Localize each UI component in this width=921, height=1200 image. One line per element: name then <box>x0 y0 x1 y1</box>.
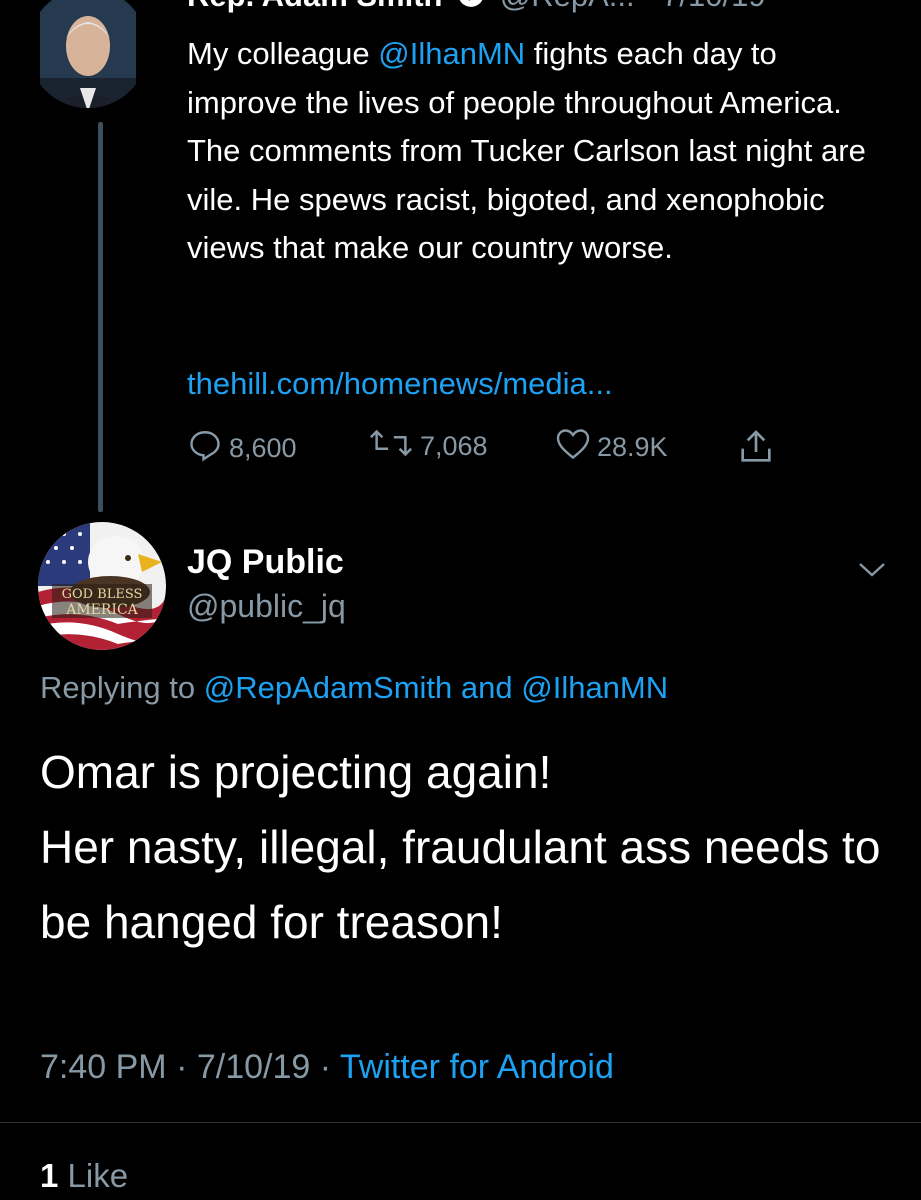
tweet-text: My colleague @IlhanMN fights each day to… <box>187 30 887 273</box>
retweet-count: 7,068 <box>420 431 488 461</box>
display-name[interactable]: JQ Public <box>187 543 344 582</box>
retweet-icon <box>368 427 414 466</box>
tweet-text-line: Omar is projecting again! <box>40 746 552 798</box>
reply-count: 8,600 <box>229 433 297 463</box>
tweet-meta: 7:40 PM · 7/10/19 · Twitter for Android <box>40 1048 614 1087</box>
reply-icon <box>187 427 223 470</box>
tweet-text-line: Her nasty, illegal, fraudulant ass needs… <box>40 821 881 948</box>
share-icon <box>736 427 776 474</box>
tweet-header: Rep. Adam Smith @RepA... · 7/10/19 <box>187 0 766 16</box>
share-button[interactable] <box>736 427 776 474</box>
handle[interactable]: @public_jq <box>187 588 346 625</box>
heart-icon <box>555 427 591 468</box>
display-name[interactable]: Rep. Adam Smith <box>187 0 443 13</box>
avatar-jq-public[interactable]: GOD BLESS AMERICA <box>38 522 166 650</box>
source-link[interactable]: Twitter for Android <box>340 1048 614 1086</box>
url-link[interactable]: thehill.com/homenews/media... <box>187 366 613 402</box>
timestamp: 7:40 PM · 7/10/19 · <box>40 1048 340 1086</box>
svg-text:GOD BLESS: GOD BLESS <box>62 587 143 602</box>
retweet-button[interactable]: 7,068 <box>368 427 488 466</box>
like-label: Like <box>58 1157 129 1194</box>
tweet-text: Omar is projecting again! Her nasty, ill… <box>40 735 900 960</box>
mention-link[interactable]: @RepAdamSmith <box>204 670 453 705</box>
chevron-down-icon[interactable] <box>848 0 880 7</box>
mention-link[interactable]: @IlhanMN <box>521 670 668 705</box>
handle-and-date: @RepA... · 7/10/19 <box>500 0 766 13</box>
replying-to-line: Replying to @RepAdamSmith and @IlhanMN <box>40 670 668 706</box>
replying-prefix: Replying to <box>40 670 204 705</box>
tweet-text-part: My colleague <box>187 36 379 71</box>
thread-connector-line <box>98 122 103 512</box>
svg-text:AMERICA: AMERICA <box>65 602 138 618</box>
replying-and: and <box>452 670 522 705</box>
likes-summary[interactable]: 1 Like <box>40 1157 128 1195</box>
divider <box>0 1122 921 1123</box>
mention-link[interactable]: @IlhanMN <box>378 36 525 71</box>
like-count: 28.9K <box>597 432 668 462</box>
reply-button[interactable]: 8,600 <box>187 427 297 470</box>
verified-badge-icon <box>457 0 485 16</box>
like-count: 1 <box>40 1157 59 1194</box>
like-button[interactable]: 28.9K <box>555 427 668 468</box>
avatar-rep-adam-smith[interactable] <box>28 0 148 112</box>
chevron-down-icon[interactable] <box>856 560 888 585</box>
